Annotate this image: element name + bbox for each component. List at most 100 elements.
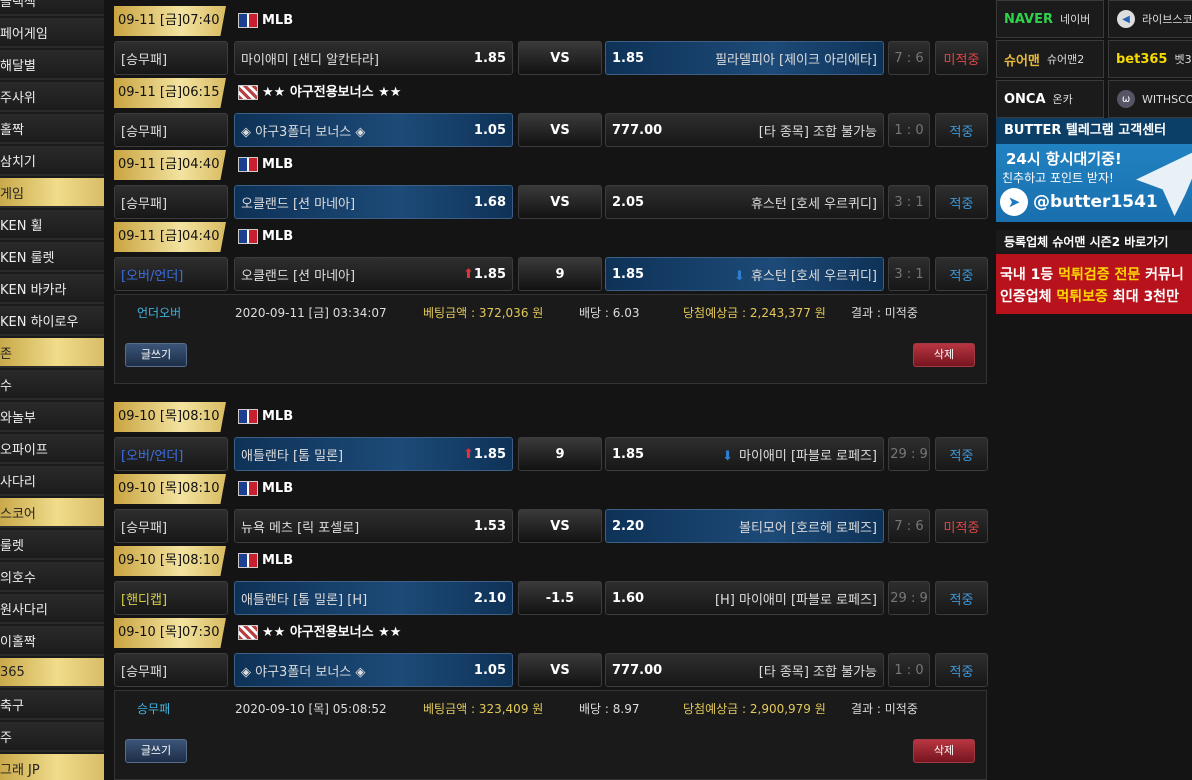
away-team-wrap: ⬇ 마이애미 [파블로 로페즈]	[652, 445, 877, 464]
partner-name: 슈어맨2	[1046, 53, 1085, 66]
sidebar-item[interactable]: 게임	[0, 178, 104, 208]
bet-row: [오버/언더] 애틀랜타 [톰 밀론] ⬆ 1.85 9 1.85 ⬇ 마이애미 [파블로 로…	[114, 437, 990, 471]
home-pick[interactable]: ◈ 야구3폴더 보너스 ◈ 1.05	[234, 113, 513, 147]
match-score: 1 : 0	[888, 113, 930, 147]
home-pick[interactable]: 애틀랜타 [톰 밀론] ⬆ 1.85	[234, 437, 513, 471]
livescore-icon: ◀	[1117, 10, 1135, 28]
partner-name: 벳3	[1174, 53, 1192, 66]
partner-link[interactable]: NAVER 네이버	[996, 0, 1104, 38]
sidebar-item[interactable]: 스코어	[0, 498, 104, 528]
away-pick[interactable]: 1.60 [H] 마이애미 [파블로 로페즈]	[605, 581, 884, 615]
sidebar-item[interactable]: KEN 휠	[0, 210, 104, 240]
partner-link[interactable]: ω WITHSCO	[1108, 80, 1192, 118]
sureman-banner[interactable]: 등록업체 슈어맨 시즌2 바로가기 국내 1등 먹튀검증 전문 커뮤니 인증업체…	[996, 230, 1192, 314]
away-pick[interactable]: 1.85 ⬇ 휴스턴 [호세 우르퀴디]	[605, 257, 884, 291]
away-pick[interactable]: 1.85 필라델피아 [제이크 아리에타]	[605, 41, 884, 75]
sidebar-item[interactable]: 해달별	[0, 50, 104, 80]
away-team-wrap: [H] 마이애미 [파블로 로페즈]	[652, 589, 877, 608]
partner-name: WITHSCO	[1142, 92, 1192, 106]
partner-brand: 슈어맨	[1004, 53, 1040, 69]
away-team-wrap: [타 종목] 조합 불가능	[670, 121, 877, 140]
away-odds: 1.85	[612, 50, 645, 66]
match-score: 3 : 1	[888, 257, 930, 291]
away-pick[interactable]: 1.85 ⬇ 마이애미 [파블로 로페즈]	[605, 437, 884, 471]
summary-date: 2020-09-11 [금] 03:34:07	[235, 306, 387, 320]
sidebar-item[interactable]: 수	[0, 370, 104, 400]
bet-line: -1.5	[518, 581, 602, 615]
sidebar-item[interactable]: KEN 하이로우	[0, 306, 104, 336]
delete-button[interactable]: 삭제	[913, 739, 975, 763]
partner-name: 네이버	[1060, 13, 1091, 26]
home-team: 애틀랜타 [톰 밀론] [H]	[241, 592, 368, 608]
summary-result: 결과 : 미적중	[851, 306, 918, 320]
away-pick[interactable]: 777.00 [타 종목] 조합 불가능	[605, 653, 884, 687]
delete-button[interactable]: 삭제	[913, 343, 975, 367]
sidebar-item[interactable]: 홀짝	[0, 114, 104, 144]
home-pick[interactable]: 마이애미 [샌디 알칸타라] 1.85	[234, 41, 513, 75]
home-pick[interactable]: 오클랜드 [션 마네아] ⬆ 1.85	[234, 257, 513, 291]
match-score: 1 : 0	[888, 653, 930, 687]
sidebar-item[interactable]: KEN 룰렛	[0, 242, 104, 272]
away-odds: 1.60	[612, 590, 645, 606]
home-pick[interactable]: 뉴욕 메츠 [릭 포셀로] 1.53	[234, 509, 513, 543]
summary-line: 언더오버 2020-09-11 [금] 03:34:07 베팅금액 : 372,03…	[115, 295, 988, 331]
bet-summary: 승무패 2020-09-10 [목] 05:08:52 베팅금액 : 323,409…	[114, 690, 987, 780]
sidebar-item[interactable]: 의호수	[0, 562, 104, 592]
sureman-line2-c: 최대 3천만	[1107, 289, 1179, 305]
bet-type: [핸디캡]	[114, 581, 228, 615]
telegram-banner[interactable]: BUTTER 텔레그램 고객센터 24시 항시대기중! 친추하고 포인트 받자!…	[996, 118, 1192, 222]
sidebar-item[interactable]: 사다리	[0, 466, 104, 496]
sidebar-item[interactable]: 블랙잭	[0, 0, 104, 16]
mlb-logo-icon	[238, 157, 258, 172]
home-team: 애틀랜타 [톰 밀론]	[241, 448, 344, 464]
sureman-banner-title: 등록업체 슈어맨 시즌2 바로가기	[996, 230, 1192, 254]
sidebar-item[interactable]: 365	[0, 658, 104, 688]
sidebar-item[interactable]: 원사다리	[0, 594, 104, 624]
home-pick[interactable]: 애틀랜타 [톰 밀론] [H] 2.10	[234, 581, 513, 615]
bet-line: VS	[518, 185, 602, 219]
away-odds: 777.00	[612, 122, 663, 138]
away-team: 휴스턴 [호세 우르퀴디]	[750, 196, 877, 212]
sidebar-item[interactable]: 룰렛	[0, 530, 104, 560]
away-pick[interactable]: 777.00 [타 종목] 조합 불가능	[605, 113, 884, 147]
partner-link[interactable]: 슈어맨 슈어맨2	[996, 40, 1104, 78]
match-time: 09-10 [목]08:10	[114, 402, 226, 432]
sureman-line2-a: 인증업체	[1000, 289, 1057, 305]
telegram-banner-line2: 친추하고 포인트 받자!	[1002, 171, 1114, 185]
summary-expected: 당첨예상금 : 2,900,979 원	[683, 702, 826, 716]
league-name: ★★ 야구전용보너스 ★★	[262, 85, 402, 100]
match-score: 7 : 6	[888, 41, 930, 75]
sidebar-item[interactable]: 삼치기	[0, 146, 104, 176]
match-header: 09-10 [목]08:10 MLB	[114, 474, 990, 504]
away-pick[interactable]: 2.05 휴스턴 [호세 우르퀴디]	[605, 185, 884, 219]
bet-line: VS	[518, 653, 602, 687]
home-team: ◈ 야구3폴더 보너스 ◈	[241, 664, 366, 680]
away-pick[interactable]: 2.20 볼티모어 [호르헤 로페즈]	[605, 509, 884, 543]
away-team: 필라델피아 [제이크 아리에타]	[715, 52, 877, 68]
home-odds: 1.53	[473, 518, 506, 534]
bet-result: 미적중	[935, 509, 988, 543]
sidebar-item[interactable]: 주	[0, 722, 104, 752]
sidebar-item[interactable]: 페어게임	[0, 18, 104, 48]
sidebar-item[interactable]: KEN 바카라	[0, 274, 104, 304]
write-button[interactable]: 글쓰기	[125, 343, 187, 367]
sidebar-item[interactable]: 축구	[0, 690, 104, 720]
write-button[interactable]: 글쓰기	[125, 739, 187, 763]
sidebar-item[interactable]: 그래 JP	[0, 754, 104, 780]
sidebar-item[interactable]: 주사위	[0, 82, 104, 112]
bet-type: [승무패]	[114, 509, 228, 543]
bet-result: 적중	[935, 581, 988, 615]
away-team-wrap: 볼티모어 [호르헤 로페즈]	[652, 517, 877, 536]
summary-line: 승무패 2020-09-10 [목] 05:08:52 베팅금액 : 323,409…	[115, 691, 988, 727]
sidebar-item[interactable]: 오파이프	[0, 434, 104, 464]
sidebar-item[interactable]: 와놀부	[0, 402, 104, 432]
sidebar-item[interactable]: 이홀짝	[0, 626, 104, 656]
partner-link[interactable]: bet365 벳3	[1108, 40, 1192, 78]
home-pick[interactable]: ◈ 야구3폴더 보너스 ◈ 1.05	[234, 653, 513, 687]
sidebar-item[interactable]: 존	[0, 338, 104, 368]
partner-link[interactable]: ONCA 온카	[996, 80, 1104, 118]
home-team: 오클랜드 [션 마네아]	[241, 268, 356, 284]
partner-link[interactable]: ◀ 라이브스코	[1108, 0, 1192, 38]
league-name: MLB	[262, 553, 294, 568]
home-pick[interactable]: 오클랜드 [션 마네아] 1.68	[234, 185, 513, 219]
